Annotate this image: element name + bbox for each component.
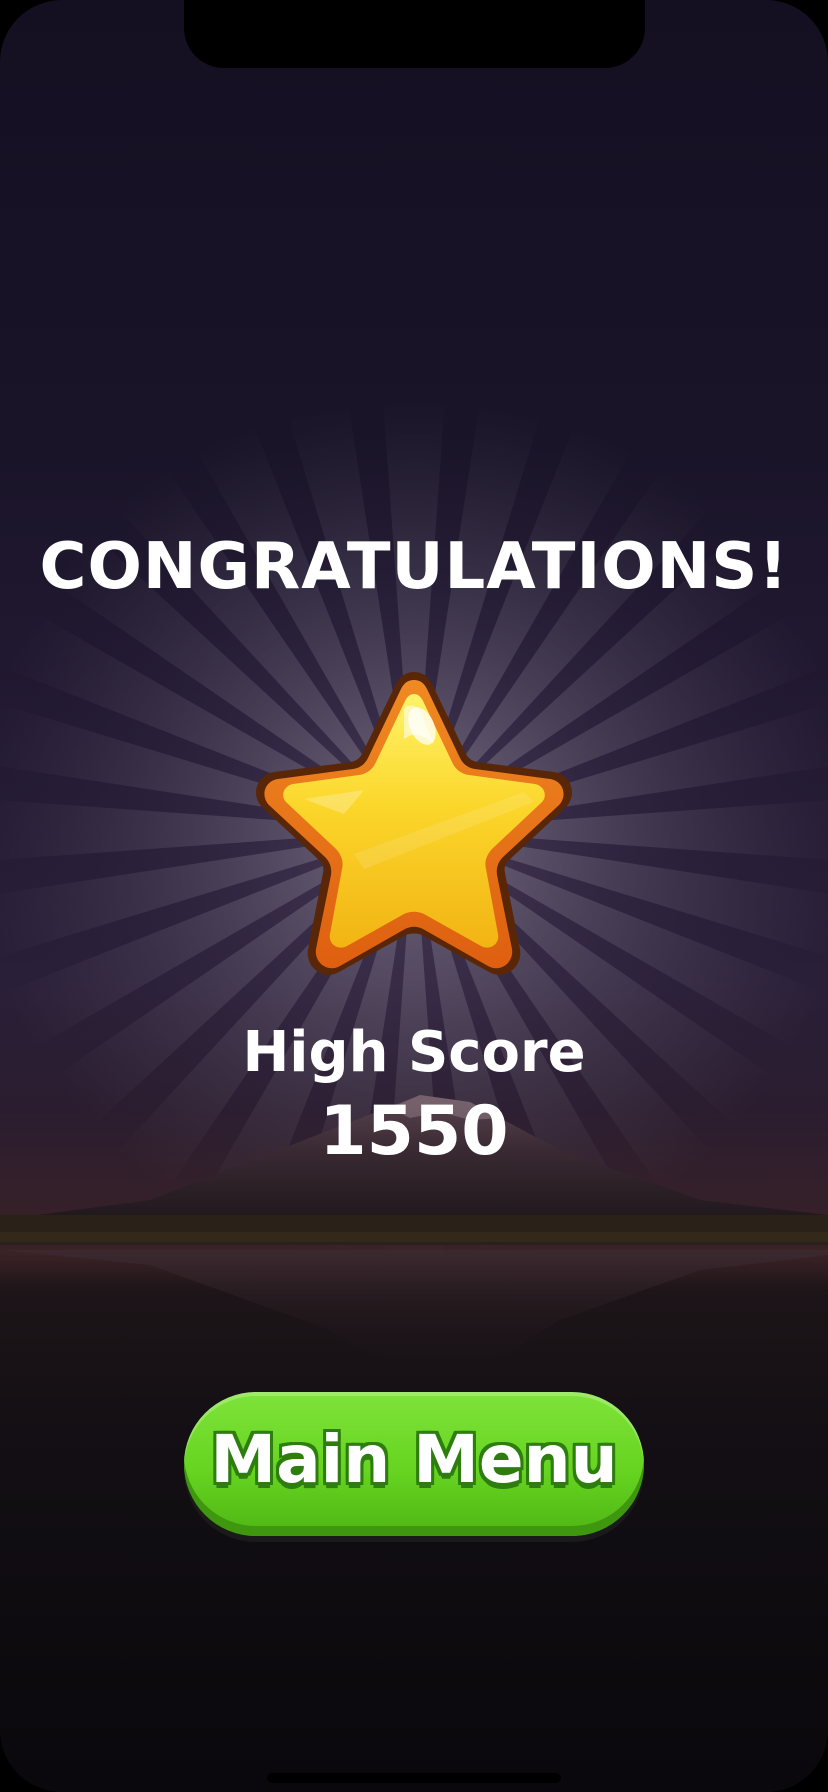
main-menu-button[interactable]: Main Menu bbox=[184, 1392, 644, 1536]
high-score-label: High Score bbox=[242, 1020, 586, 1085]
congratulations-title: CONGRATULATIONS! bbox=[39, 530, 789, 604]
game-screen: CONGRATULATIONS! High Score 1550 Main Me… bbox=[0, 0, 828, 1792]
device-notch bbox=[184, 0, 645, 68]
star-icon bbox=[244, 664, 584, 994]
home-indicator bbox=[267, 1773, 561, 1783]
high-score-value: 1550 bbox=[319, 1092, 509, 1171]
main-menu-button-label: Main Menu bbox=[210, 1420, 618, 1498]
